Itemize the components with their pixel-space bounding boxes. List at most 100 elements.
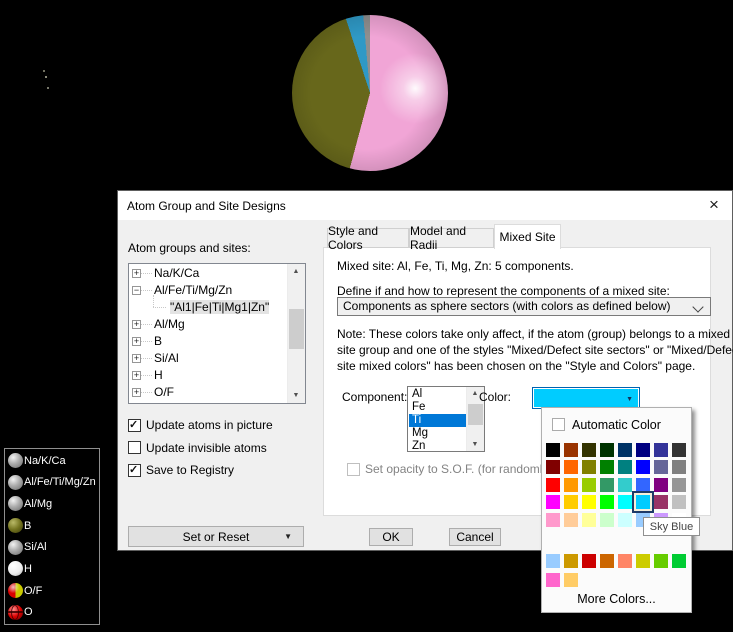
legend-label: Al/Fe/Ti/Mg/Zn [24,476,96,488]
color-swatch[interactable] [600,460,614,474]
color-swatch[interactable] [600,495,614,509]
color-swatch[interactable] [564,573,578,587]
color-swatch[interactable] [618,495,632,509]
automatic-color-checkbox[interactable] [552,418,565,431]
automatic-color-label: Automatic Color [572,418,661,432]
color-swatch[interactable] [672,460,686,474]
component-option[interactable]: Zn [409,440,467,451]
expand-icon[interactable]: + [132,371,141,380]
tree-item[interactable]: +H [129,367,288,384]
scene-artifact-dot [47,87,49,89]
expand-icon[interactable]: + [132,337,141,346]
gray-sphere-icon [8,540,23,555]
expand-icon[interactable]: + [132,320,141,329]
color-swatch[interactable] [654,554,668,568]
color-swatch[interactable] [618,443,632,457]
component-option[interactable]: Al [409,388,467,401]
color-swatch[interactable] [636,460,650,474]
component-option[interactable]: Fe [409,401,467,414]
close-icon[interactable]: × [702,193,726,217]
tree-item[interactable]: +Si/Al [129,350,288,367]
color-swatch[interactable] [564,460,578,474]
expand-icon[interactable]: + [132,269,141,278]
color-swatch[interactable] [600,443,614,457]
color-swatch[interactable] [564,443,578,457]
color-swatch[interactable] [582,554,596,568]
tab-style-and-colors[interactable]: Style and Colors [327,228,409,248]
tree-item-label: O/F [154,385,174,399]
color-swatch[interactable] [654,478,668,492]
collapse-icon[interactable]: − [132,286,141,295]
color-swatch[interactable] [600,478,614,492]
color-swatch[interactable] [582,495,596,509]
set-or-reset-button[interactable]: Set or Reset ▼ [128,526,304,547]
color-swatch[interactable] [654,495,668,509]
scroll-up-icon[interactable]: ▲ [288,264,304,279]
representation-select[interactable]: Components as sphere sectors (with color… [337,297,711,316]
ok-button[interactable]: OK [369,528,413,546]
color-swatch-selected[interactable] [636,495,650,509]
scroll-down-icon[interactable]: ▼ [288,388,304,403]
chevron-down-icon [692,301,703,312]
color-dropdown-button[interactable]: ▼ [532,387,640,409]
tree-item-label: "Al1|Fe|Ti|Mg1|Zn" [170,300,269,314]
color-swatch[interactable] [600,513,614,527]
color-swatch[interactable] [672,495,686,509]
color-swatch[interactable] [618,460,632,474]
tab-model-and-radii[interactable]: Model and Radii [409,228,494,248]
color-swatch[interactable] [582,513,596,527]
tree-item-label: B [154,334,162,348]
component-option[interactable]: Mg [409,427,467,440]
component-listbox[interactable]: AlFeTiMgZn ▲ ▼ [407,386,485,452]
color-swatch[interactable] [654,460,668,474]
opacity-checkbox[interactable] [347,463,360,476]
color-swatch[interactable] [636,478,650,492]
scrollbar-thumb[interactable] [289,309,304,349]
expand-icon[interactable]: + [132,388,141,397]
atom-legend: Na/K/CaAl/Fe/Ti/Mg/ZnAl/MgBSi/AlHO/FO [4,448,100,625]
legend-item: O/F [8,583,99,598]
color-swatch[interactable] [672,443,686,457]
color-swatch[interactable] [582,478,596,492]
color-swatch[interactable] [546,478,560,492]
cancel-button[interactable]: Cancel [449,528,501,546]
tree-item[interactable]: +B [129,333,288,350]
color-swatch[interactable] [564,554,578,568]
color-swatch[interactable] [618,478,632,492]
color-swatch[interactable] [618,513,632,527]
color-swatch[interactable] [600,554,614,568]
scrollbar-thumb[interactable] [468,404,483,425]
color-swatch[interactable] [582,443,596,457]
expand-icon[interactable]: + [132,354,141,363]
color-swatch[interactable] [672,478,686,492]
color-swatch[interactable] [654,443,668,457]
tree-item[interactable]: + O/F [129,384,288,401]
checkbox[interactable] [128,419,141,432]
color-swatch[interactable] [636,443,650,457]
color-swatch[interactable] [546,460,560,474]
more-colors-link[interactable]: More Colors... [542,592,691,606]
tree-item[interactable]: +O [129,401,288,403]
tab-mixed-site[interactable]: Mixed Site [494,224,561,249]
color-swatch[interactable] [564,513,578,527]
color-swatch[interactable] [618,554,632,568]
color-swatch[interactable] [546,443,560,457]
checkbox[interactable] [128,441,141,454]
representation-label: Define if and how to represent the compo… [337,284,670,298]
checkbox[interactable] [128,464,141,477]
color-swatch[interactable] [636,554,650,568]
color-swatch[interactable] [564,478,578,492]
tree-item[interactable]: +Na/K/Ca [129,265,288,282]
tree-scrollbar[interactable]: ▲ ▼ [287,264,305,403]
color-swatch[interactable] [546,573,560,587]
color-swatch[interactable] [672,554,686,568]
color-swatch[interactable] [564,495,578,509]
tree-item[interactable]: +Al/Mg [129,316,288,333]
color-swatch[interactable] [546,554,560,568]
color-swatch[interactable] [582,460,596,474]
color-swatch[interactable] [546,513,560,527]
tree-item[interactable]: "Al1|Fe|Ti|Mg1|Zn" [129,299,288,316]
color-swatch[interactable] [546,495,560,509]
scroll-down-icon[interactable]: ▼ [467,438,483,451]
component-option[interactable]: Ti [409,414,467,427]
